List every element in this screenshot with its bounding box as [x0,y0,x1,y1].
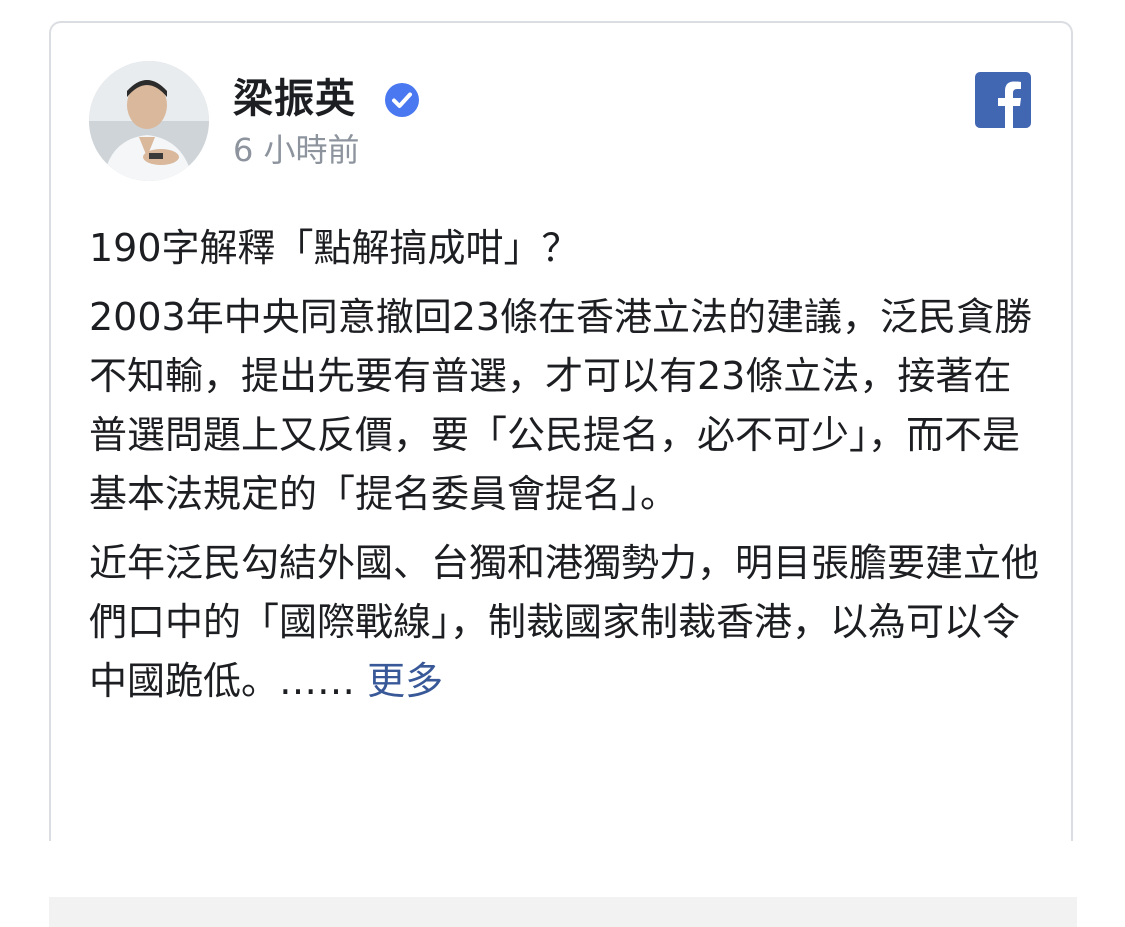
facebook-icon[interactable] [975,72,1031,128]
post-paragraph-text: 近年泛民勾結外國、台獨和港獨勢力，明目張膽要建立他們口中的「國際戰線」，制裁國家… [89,541,1040,703]
next-card-separator [49,897,1077,927]
post-paragraph: 近年泛民勾結外國、台獨和港獨勢力，明目張膽要建立他們口中的「國際戰線」，制裁國家… [89,534,1049,711]
post-card: 梁振英 6 小時前 190字解釋「點解搞成咁」？ 2003年中央同意撤回23條在… [49,21,1073,841]
post-paragraph: 2003年中央同意撤回23條在香港立法的建議，泛民貪勝不知輸，提出先要有普選，才… [89,295,1033,516]
verified-badge-icon [385,83,419,117]
author-avatar[interactable] [89,61,209,181]
author-name[interactable]: 梁振英 [233,75,356,123]
post-body: 190字解釋「點解搞成咁」？ 2003年中央同意撤回23條在香港立法的建議，泛民… [89,219,1049,721]
post-paragraph: 190字解釋「點解搞成咁」？ [89,226,580,270]
see-more-link[interactable]: 更多 [367,659,443,703]
post-timestamp[interactable]: 6 小時前 [233,130,360,170]
